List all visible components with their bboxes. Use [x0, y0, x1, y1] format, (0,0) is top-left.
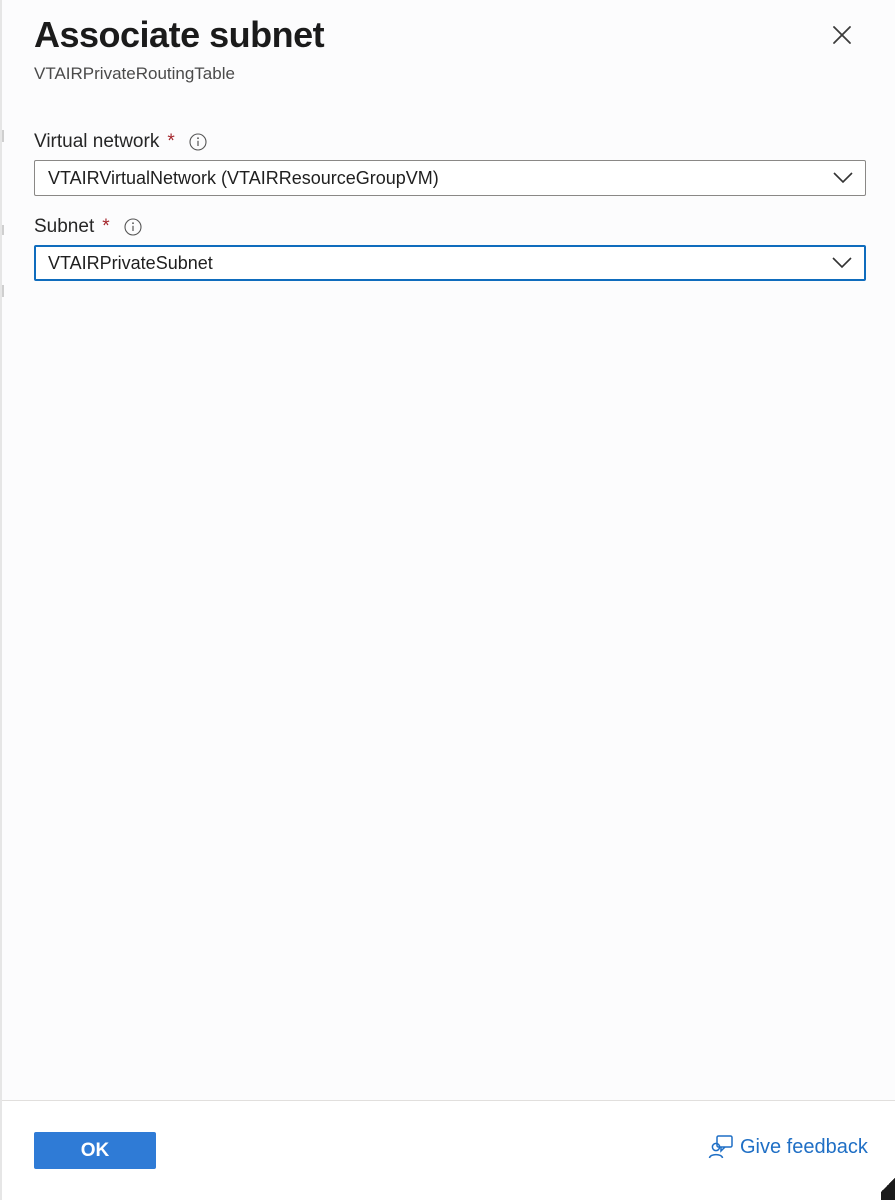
required-marker: *: [167, 131, 175, 152]
virtual-network-label-row: Virtual network *: [34, 129, 207, 155]
subnet-value: VTAIRPrivateSubnet: [48, 252, 213, 273]
subnet-dropdown[interactable]: VTAIRPrivateSubnet: [34, 245, 866, 281]
edge-mark: [2, 130, 4, 142]
virtual-network-label: Virtual network: [34, 131, 160, 152]
associate-subnet-panel: Associate subnet VTAIRPrivateRoutingTabl…: [0, 0, 895, 1200]
chevron-down-icon: [832, 257, 852, 269]
panel-header: Associate subnet VTAIRPrivateRoutingTabl…: [34, 14, 865, 84]
subnet-label: Subnet: [34, 216, 95, 237]
edge-mark: [2, 285, 4, 297]
close-button[interactable]: [829, 22, 855, 48]
panel-title: Associate subnet: [34, 14, 325, 55]
info-icon[interactable]: [124, 218, 142, 236]
window-corner: [881, 1170, 895, 1200]
edge-mark: [2, 225, 4, 235]
feedback-icon: [708, 1135, 733, 1159]
info-icon[interactable]: [189, 133, 207, 151]
panel-subtitle: VTAIRPrivateRoutingTable: [34, 64, 235, 83]
give-feedback-label: Give feedback: [740, 1135, 868, 1158]
close-icon: [833, 26, 851, 44]
footer-divider: [2, 1100, 895, 1101]
required-marker: *: [102, 216, 110, 237]
chevron-down-icon: [833, 172, 853, 184]
give-feedback-link[interactable]: Give feedback: [708, 1134, 868, 1160]
virtual-network-dropdown[interactable]: VTAIRVirtualNetwork (VTAIRResourceGroupV…: [34, 160, 866, 196]
subnet-label-row: Subnet *: [34, 214, 142, 240]
virtual-network-value: VTAIRVirtualNetwork (VTAIRResourceGroupV…: [48, 167, 439, 188]
ok-button[interactable]: OK: [34, 1132, 156, 1169]
